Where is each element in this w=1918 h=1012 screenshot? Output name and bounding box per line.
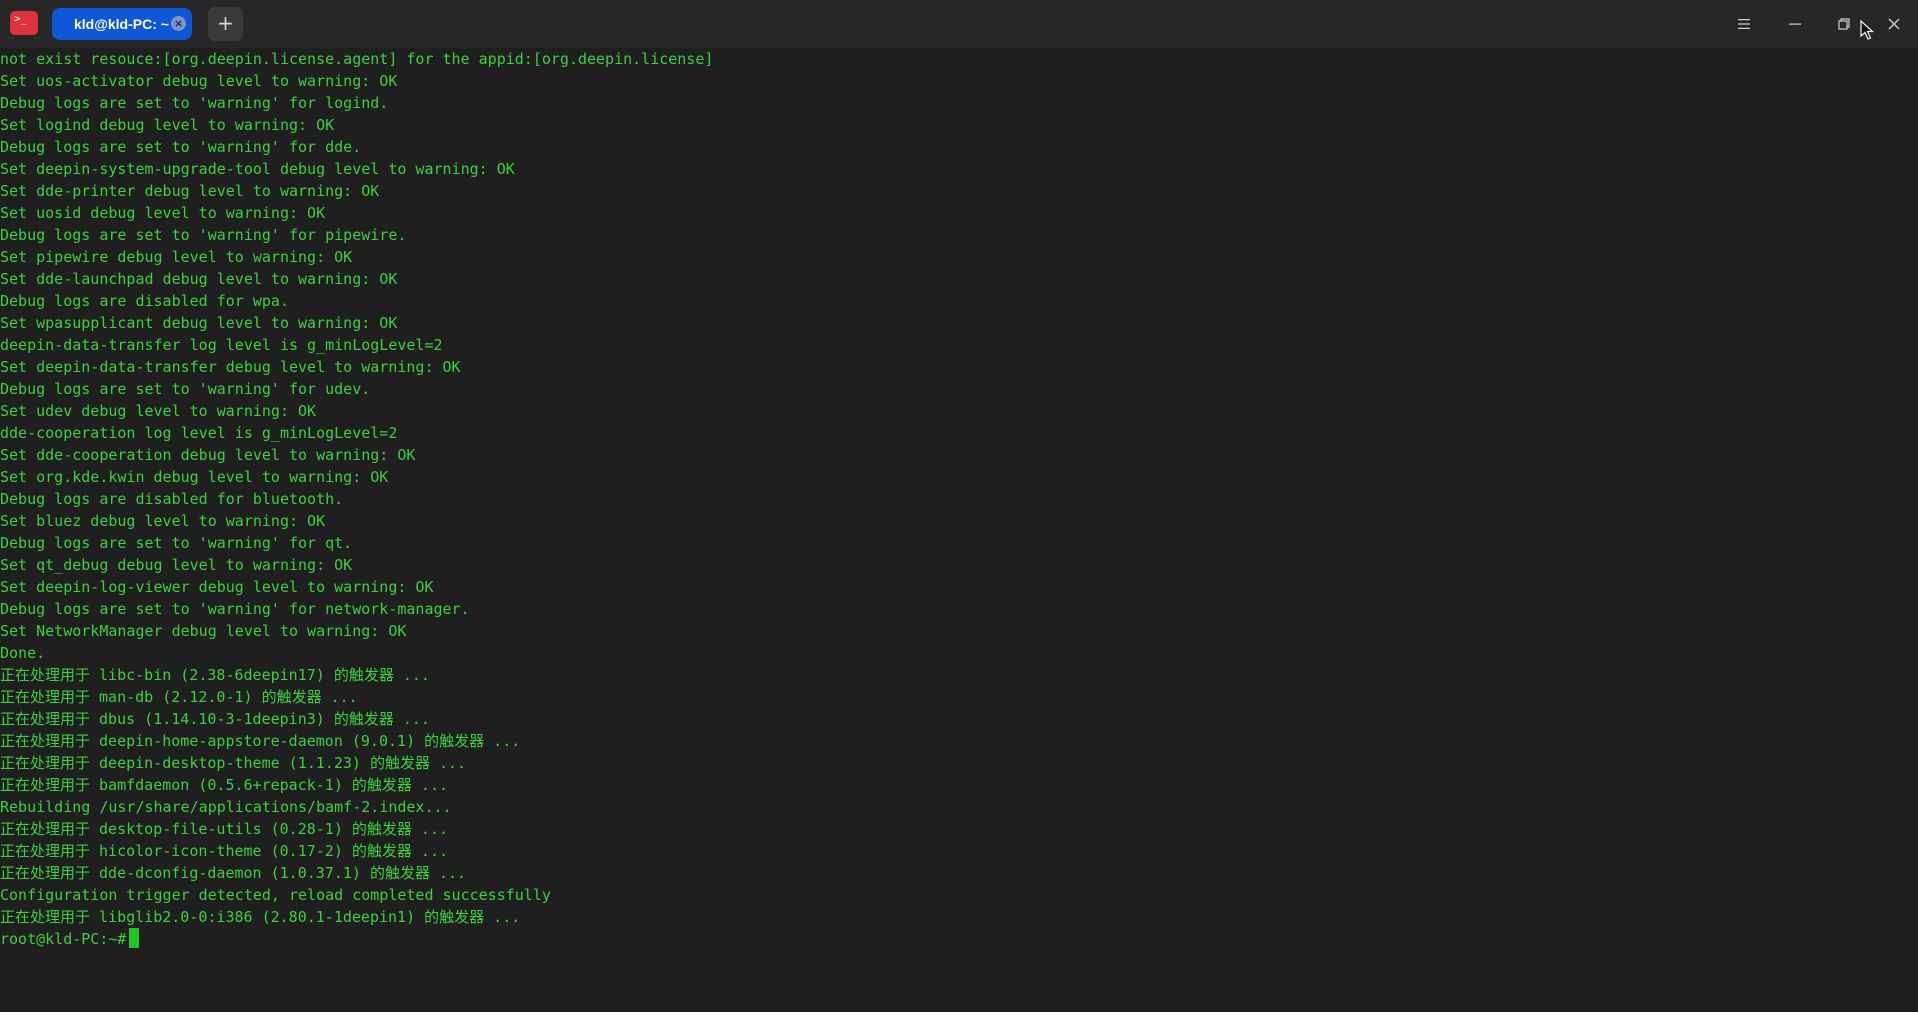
terminal-line: Set dde-launchpad debug level to warning… <box>0 270 398 288</box>
terminal-line: Set org.kde.kwin debug level to warning:… <box>0 468 389 486</box>
terminal-line: Rebuilding /usr/share/applications/bamf-… <box>0 798 452 816</box>
terminal-line: 正在处理用于 hicolor-icon-theme (0.17-2) 的触发器 … <box>0 842 449 860</box>
terminal-line: Debug logs are set to 'warning' for qt. <box>0 534 353 552</box>
text-cursor <box>129 928 140 948</box>
restore-icon[interactable] <box>1830 10 1858 38</box>
terminal-line: Debug logs are set to 'warning' for pipe… <box>0 226 407 244</box>
terminal-line: deepin-data-transfer log level is g_minL… <box>0 336 443 354</box>
close-glyph <box>1888 18 1900 30</box>
terminal-window: >_ kld@kld-PC: ~ × + not exist resouce:[… <box>0 0 1918 1012</box>
terminal-line: 正在处理用于 bamfdaemon (0.5.6+repack-1) 的触发器 … <box>0 776 449 794</box>
terminal-line: Debug logs are set to 'warning' for netw… <box>0 600 470 618</box>
terminal-line: Debug logs are disabled for bluetooth. <box>0 490 344 508</box>
terminal-line: Set udev debug level to warning: OK <box>0 402 317 420</box>
terminal-line: dde-cooperation log level is g_minLogLev… <box>0 424 398 442</box>
terminal-line: Debug logs are disabled for wpa. <box>0 292 289 310</box>
terminal-line: Done. <box>0 644 46 662</box>
minimize-icon[interactable] <box>1781 10 1809 38</box>
tab-close-icon[interactable]: × <box>171 16 186 31</box>
terminal-line: Set uos-activator debug level to warning… <box>0 72 398 90</box>
terminal-line: Set deepin-log-viewer debug level to war… <box>0 578 434 596</box>
mouse-pointer-icon <box>1860 20 1875 40</box>
title-bar: >_ kld@kld-PC: ~ × + <box>0 0 1918 48</box>
tab-label: kld@kld-PC: ~ <box>74 16 169 32</box>
hamburger-menu-icon[interactable] <box>1730 10 1758 38</box>
terminal-line: Set pipewire debug level to warning: OK <box>0 248 353 266</box>
terminal-line: Configuration trigger detected, reload c… <box>0 886 551 904</box>
close-icon[interactable] <box>1880 10 1908 38</box>
terminal-line: Set dde-cooperation debug level to warni… <box>0 446 416 464</box>
terminal-line: Set uosid debug level to warning: OK <box>0 204 326 222</box>
terminal-line: 正在处理用于 libglib2.0-0:i386 (2.80.1-1deepin… <box>0 908 521 926</box>
terminal-line: 正在处理用于 libc-bin (2.38-6deepin17) 的触发器 ..… <box>0 666 430 684</box>
terminal-line: Debug logs are set to 'warning' for logi… <box>0 94 389 112</box>
terminal-line: Debug logs are set to 'warning' for udev… <box>0 380 371 398</box>
terminal-line: Set deepin-data-transfer debug level to … <box>0 358 461 376</box>
terminal-line: Set wpasupplicant debug level to warning… <box>0 314 398 332</box>
new-tab-button[interactable]: + <box>208 7 243 41</box>
terminal-line: 正在处理用于 deepin-desktop-theme (1.1.23) 的触发… <box>0 754 467 772</box>
minimize-glyph <box>1789 23 1801 25</box>
terminal-line: Set qt_debug debug level to warning: OK <box>0 556 353 574</box>
terminal-line: Set deepin-system-upgrade-tool debug lev… <box>0 160 515 178</box>
restore-glyph <box>1838 18 1850 30</box>
terminal-line: 正在处理用于 deepin-home-appstore-daemon (9.0.… <box>0 732 521 750</box>
terminal-line: 正在处理用于 desktop-file-utils (0.28-1) 的触发器 … <box>0 820 449 838</box>
terminal-line: 正在处理用于 man-db (2.12.0-1) 的触发器 ... <box>0 688 358 706</box>
terminal-line: Set bluez debug level to warning: OK <box>0 512 326 530</box>
prompt-line[interactable]: root@kld-PC:~# <box>0 928 1918 950</box>
terminal-line: 正在处理用于 dbus (1.14.10-3-1deepin3) 的触发器 ..… <box>0 710 430 728</box>
terminal-app-icon[interactable]: >_ <box>10 11 38 35</box>
terminal-line: Debug logs are set to 'warning' for dde. <box>0 138 362 156</box>
terminal-line: Set dde-printer debug level to warning: … <box>0 182 380 200</box>
terminal-line: Set NetworkManager debug level to warnin… <box>0 622 407 640</box>
tab-active-terminal[interactable]: kld@kld-PC: ~ × <box>52 8 192 40</box>
terminal-line: 正在处理用于 dde-dconfig-daemon (1.0.37.1) 的触发… <box>0 864 467 882</box>
terminal-line: Set logind debug level to warning: OK <box>0 116 335 134</box>
terminal-line: not exist resouce:[org.deepin.license.ag… <box>0 50 714 68</box>
terminal-output[interactable]: not exist resouce:[org.deepin.license.ag… <box>0 48 1918 1012</box>
hamburger-menu-glyph <box>1738 19 1750 29</box>
shell-prompt: root@kld-PC:~# <box>0 930 127 948</box>
terminal-lines: not exist resouce:[org.deepin.license.ag… <box>0 48 1918 928</box>
